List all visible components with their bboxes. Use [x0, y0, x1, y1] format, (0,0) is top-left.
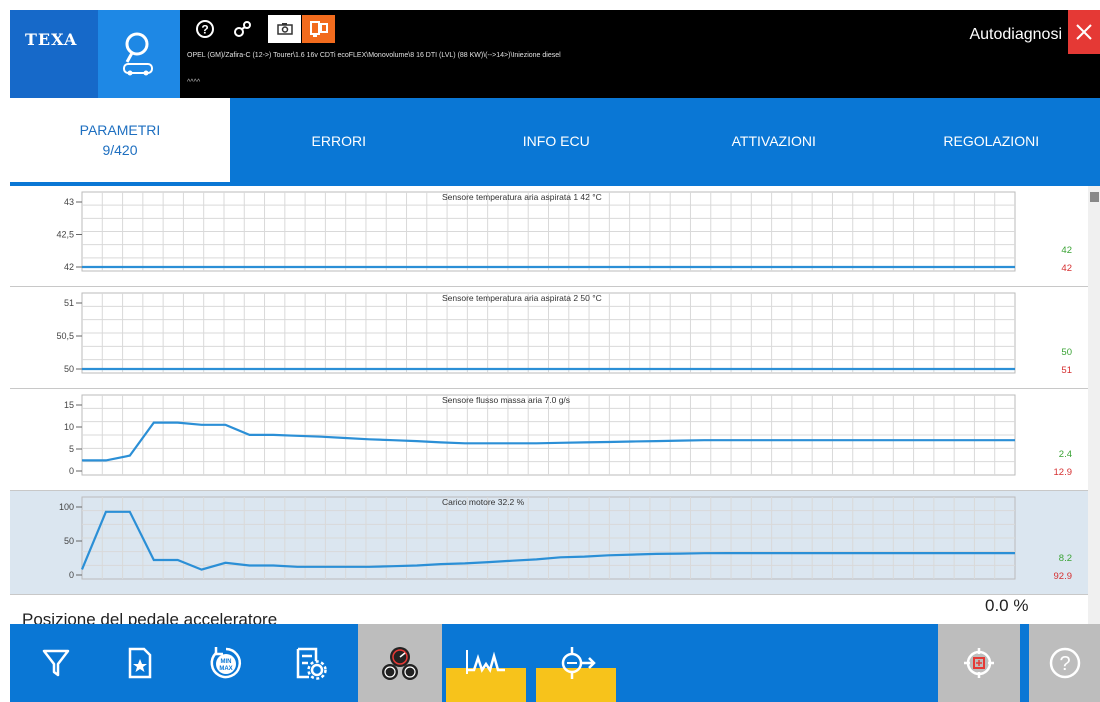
svg-text:MAX: MAX — [219, 666, 232, 672]
parameter-value: 0.0 % — [985, 596, 1029, 615]
filter-button[interactable] — [28, 624, 84, 702]
max-value-label: 42 — [1061, 263, 1072, 274]
scroll-thumb[interactable] — [1090, 192, 1099, 202]
parameter-row[interactable]: Posizione del pedale acceleratore 0.0 % — [10, 596, 1088, 624]
graph-svg: 51 50,5 50 Sensore temperatura aria aspirat… — [56, 292, 1072, 376]
graph-title: Sensore temperatura aria aspirata 2 50 °… — [442, 293, 602, 303]
app-title: Autodiagnosi — [969, 26, 1062, 43]
svg-text:?: ? — [201, 23, 208, 37]
graph-title: Sensore flusso massa aria 7.0 g/s — [442, 395, 570, 405]
y-tick-label: 50 — [64, 536, 74, 546]
tab-info-ecu[interactable]: INFO ECU — [448, 98, 666, 184]
min-value-label: 42 — [1061, 245, 1072, 256]
target-icon — [964, 648, 994, 678]
help-icon: ? — [1049, 647, 1080, 679]
max-value-label: 51 — [1061, 365, 1072, 376]
parameter-graphs: 43 42,5 42 Sensore temperatura aria aspirat… — [10, 186, 1088, 624]
export-icon — [561, 647, 596, 679]
max-value-label: 92.9 — [1054, 571, 1073, 582]
min-max-reset-icon: MINMAX — [210, 647, 242, 679]
graph-panel[interactable]: 51 50,5 50 Sensore temperatura aria aspirat… — [10, 287, 1088, 389]
graph-svg: 100 50 0 Carico motore 32.2 % 8.2 92.9 — [59, 496, 1073, 582]
gauges-icon — [382, 647, 418, 680]
top-bar: TEXA ? OPEL (GM)/Zafira-C (12->) Tourer\… — [0, 0, 1100, 98]
vehicle-search-button[interactable] — [98, 10, 180, 98]
settings-list-button[interactable] — [282, 624, 338, 702]
help-button[interactable]: ? — [1026, 624, 1100, 702]
graph-title: Carico motore 32.2 % — [442, 497, 525, 507]
brand-text: TEXA — [25, 30, 78, 49]
graph-view-icon — [466, 650, 505, 674]
tab-parametri[interactable]: PARAMETRI 9/420 — [10, 98, 230, 184]
graph-svg: 15 10 5 0 Sensore flusso massa aria 7.0 g/s 2… — [64, 394, 1073, 478]
close-icon — [1076, 24, 1092, 40]
graph-view-button[interactable] — [446, 624, 526, 702]
scrollbar[interactable] — [1088, 186, 1100, 624]
tab-errori[interactable]: ERRORI — [230, 98, 448, 184]
parameter-name: Posizione del pedale acceleratore — [22, 610, 278, 624]
graph-svg: 43 42,5 42 Sensore temperatura aria aspirat… — [56, 191, 1072, 274]
help-circle-icon[interactable]: ? — [190, 16, 220, 42]
y-tick-label: 5 — [69, 444, 74, 454]
favorites-button[interactable] — [112, 624, 168, 702]
y-tick-label: 51 — [64, 298, 74, 308]
min-value-label: 2.4 — [1059, 449, 1072, 460]
y-tick-label: 43 — [64, 197, 74, 207]
y-tick-label: 0 — [69, 466, 74, 476]
svg-text:MIN: MIN — [221, 659, 232, 665]
svg-text:?: ? — [1059, 653, 1070, 675]
camera-icon[interactable] — [268, 15, 301, 43]
export-button[interactable] — [536, 624, 616, 702]
y-tick-label: 42,5 — [56, 230, 74, 240]
y-tick-label: 15 — [64, 400, 74, 410]
graph-title: Sensore temperatura aria aspirata 1 42 °… — [442, 192, 602, 202]
y-tick-label: 0 — [69, 570, 74, 580]
search-car-icon — [123, 32, 153, 76]
graph-panel[interactable]: 15 10 5 0 Sensore flusso massa aria 7.0 g/s 2… — [10, 389, 1088, 491]
y-tick-label: 100 — [59, 502, 74, 512]
y-tick-label: 50 — [64, 364, 74, 374]
min-max-reset-button[interactable]: MIN MAX — [198, 624, 254, 702]
graph-panel[interactable]: 43 42,5 42 Sensore temperatura aria aspirat… — [10, 186, 1088, 287]
close-button[interactable] — [1068, 10, 1100, 54]
vehicle-sub-info: ^^^^ — [187, 79, 201, 86]
connection-icon[interactable] — [228, 16, 258, 42]
gauges-button[interactable] — [358, 624, 442, 702]
y-tick-label: 10 — [64, 422, 74, 432]
tab-parametri-label: PARAMETRI — [79, 122, 161, 138]
settings-list-icon — [296, 647, 327, 680]
tab-parametri-count: 9/420 — [102, 142, 138, 158]
min-value-label: 50 — [1061, 347, 1072, 358]
texa-logo: TEXA — [10, 10, 98, 98]
y-tick-label: 42 — [64, 262, 74, 272]
vehicle-info: OPEL (GM)/Zafira-C (12->) Tourer\1.6 16v… — [187, 52, 561, 59]
tab-regolazioni[interactable]: REGOLAZIONI — [883, 98, 1100, 184]
vci-device-icon[interactable] — [302, 15, 335, 43]
max-value-label: 12.9 — [1054, 467, 1073, 478]
target-button[interactable] — [938, 624, 1020, 702]
tab-attivazioni[interactable]: ATTIVAZIONI — [665, 98, 883, 184]
min-value-label: 8.2 — [1059, 553, 1072, 564]
favorites-icon — [128, 647, 152, 679]
tab-bar: PARAMETRI 9/420 ERRORI INFO ECU ATTIVAZI… — [10, 98, 1100, 184]
graph-panel[interactable]: 100 50 0 Carico motore 32.2 % 8.2 92.9 — [10, 491, 1088, 595]
y-tick-label: 50,5 — [56, 331, 74, 341]
filter-icon — [42, 649, 70, 677]
bottom-toolbar: MIN MAX ? — [10, 624, 1100, 702]
